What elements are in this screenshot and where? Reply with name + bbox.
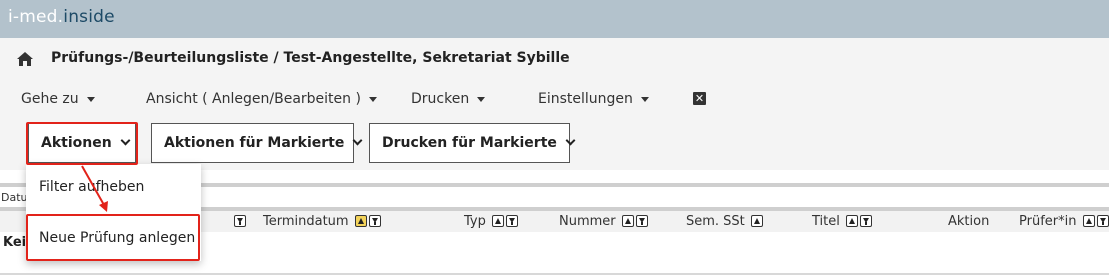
actions-button[interactable]: Aktionen bbox=[28, 123, 136, 163]
close-icon[interactable]: ✕ bbox=[693, 92, 706, 105]
menu-print[interactable]: Drucken bbox=[411, 91, 486, 107]
menu-goto[interactable]: Gehe zu bbox=[21, 91, 95, 107]
print-marked-button[interactable]: Drucken für Markierte bbox=[369, 123, 576, 163]
sort-icon[interactable] bbox=[621, 215, 634, 227]
filter-icon[interactable] bbox=[860, 215, 873, 227]
caret-down-icon bbox=[368, 96, 377, 102]
filter-icon[interactable] bbox=[1096, 215, 1109, 227]
col-titel[interactable]: Titel bbox=[812, 214, 873, 229]
caret-down-icon bbox=[640, 96, 649, 102]
caret-down-icon bbox=[86, 96, 95, 102]
actions-marked-button[interactable]: Aktionen für Markierte bbox=[151, 123, 363, 163]
filter-icon[interactable] bbox=[234, 215, 246, 227]
menu-item-clear-filter[interactable]: Filter aufheben bbox=[39, 179, 144, 195]
chevron-down-icon bbox=[565, 135, 576, 146]
caret-down-icon bbox=[477, 96, 486, 102]
chevron-down-icon bbox=[120, 135, 131, 146]
sort-icon[interactable] bbox=[750, 215, 763, 227]
menu-view[interactable]: Ansicht ( Anlegen/Bearbeiten ) bbox=[146, 91, 377, 107]
filter-icon[interactable] bbox=[635, 215, 648, 227]
app-header: i-med.inside bbox=[0, 0, 1109, 38]
filter-icon[interactable] bbox=[506, 215, 519, 227]
sort-icon[interactable] bbox=[354, 215, 367, 227]
sort-icon[interactable] bbox=[846, 215, 859, 227]
filter-icon[interactable] bbox=[368, 215, 381, 227]
home-icon[interactable] bbox=[16, 51, 34, 67]
col-pruefer[interactable]: Prüfer*in bbox=[1019, 214, 1109, 229]
page-title: Prüfungs-/Beurteilungsliste / Test-Anges… bbox=[51, 50, 570, 66]
toolbar: Gehe zu Ansicht ( Anlegen/Bearbeiten ) D… bbox=[0, 78, 1109, 170]
col-sem-sst[interactable]: Sem. SSt bbox=[686, 214, 763, 229]
title-bar: Prüfungs-/Beurteilungsliste / Test-Anges… bbox=[0, 38, 1109, 78]
menu-item-new-exam[interactable]: Neue Prüfung anlegen bbox=[39, 230, 195, 246]
sort-icon[interactable] bbox=[492, 215, 505, 227]
col-nummer[interactable]: Nummer bbox=[559, 214, 648, 229]
datum-label: Datu bbox=[1, 191, 28, 204]
col-aktion: Aktion bbox=[948, 214, 990, 229]
app-logo: i-med.inside bbox=[8, 7, 115, 27]
sort-icon[interactable] bbox=[1082, 215, 1095, 227]
col-typ[interactable]: Typ bbox=[464, 214, 519, 229]
chevron-down-icon bbox=[352, 135, 363, 146]
menu-settings[interactable]: Einstellungen bbox=[538, 91, 649, 107]
col-termindatum[interactable]: Termindatum bbox=[263, 214, 381, 229]
actions-dropdown-menu: Filter aufheben Neue Prüfung anlegen bbox=[26, 164, 201, 261]
